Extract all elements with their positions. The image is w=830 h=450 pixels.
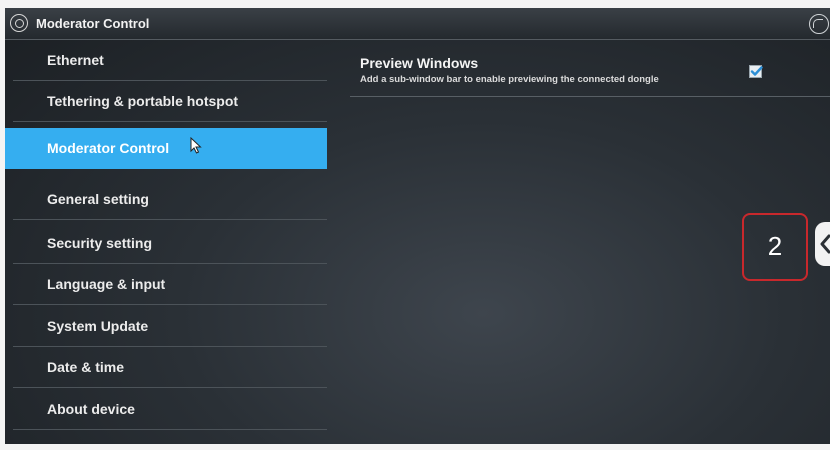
- mouse-cursor-icon: [190, 137, 202, 154]
- preview-windows-preference[interactable]: Preview Windows Add a sub-window bar to …: [350, 52, 830, 97]
- sidebar-item-label: General setting: [47, 191, 149, 207]
- sidebar-item-system-update[interactable]: System Update: [5, 306, 327, 347]
- preference-summary: Add a sub-window bar to enable previewin…: [360, 74, 659, 85]
- sidebar-item-general-setting[interactable]: General setting: [5, 179, 327, 220]
- window-title: Moderator Control: [36, 16, 150, 31]
- sidebar-item-ethernet[interactable]: Ethernet: [5, 40, 327, 81]
- sidebar-item-label: Moderator Control: [47, 140, 170, 156]
- preference-title: Preview Windows: [360, 55, 479, 71]
- sidebar-item-label: System Update: [47, 318, 149, 334]
- sidebar-item-language-input[interactable]: Language & input: [5, 264, 327, 305]
- sidebar-item-label: Ethernet: [47, 52, 104, 68]
- sidebar-item-tethering[interactable]: Tethering & portable hotspot: [5, 81, 327, 122]
- sidebar-item-date-time[interactable]: Date & time: [5, 347, 327, 388]
- sidebar-item-label: About device: [47, 401, 135, 417]
- sidebar-item-label: Language & input: [47, 276, 166, 292]
- step-number: 2: [767, 231, 783, 261]
- sidebar-item-label: Date & time: [47, 359, 125, 375]
- sidebar-item-label: Security setting: [47, 235, 153, 251]
- sidebar-item-moderator-control[interactable]: Moderator Control: [5, 128, 327, 169]
- sidebar-item-security-setting[interactable]: Security setting: [5, 223, 327, 264]
- settings-gear-icon: [10, 14, 28, 32]
- chevron-left-icon: [820, 234, 830, 254]
- title-bar: Moderator Control: [5, 8, 830, 40]
- preview-windows-checkbox[interactable]: [749, 65, 763, 78]
- sidebar-item-label: Tethering & portable hotspot: [47, 93, 239, 109]
- side-panel-toggle[interactable]: [815, 222, 830, 266]
- settings-screen: Moderator Control Ethernet Tethering & p…: [5, 8, 830, 444]
- checkmark-icon: [750, 66, 763, 76]
- sidebar-item-about-device[interactable]: About device: [5, 389, 327, 430]
- step-annotation-box: 2: [742, 213, 808, 281]
- back-arrow-icon[interactable]: [809, 14, 829, 34]
